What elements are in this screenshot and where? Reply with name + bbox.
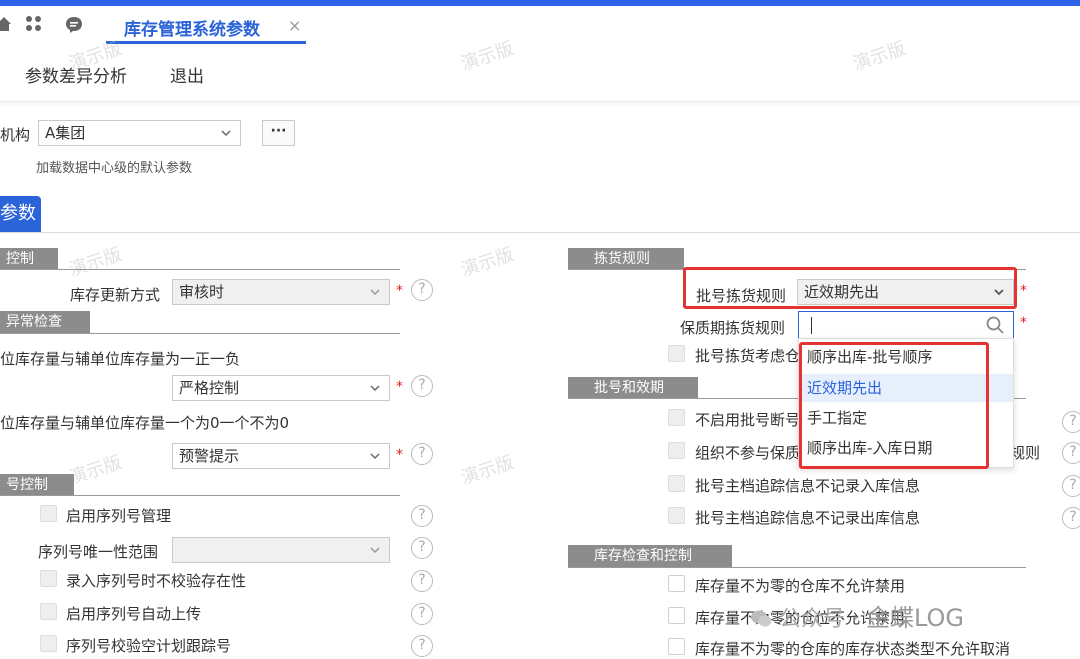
wechat-icon [750, 607, 779, 632]
more-button[interactable]: ··· [262, 120, 295, 146]
help-icon[interactable]: ? [1062, 442, 1080, 464]
tab-bar: 库存管理系统参数 × [0, 6, 1080, 44]
exception1-select[interactable]: 严格控制 [172, 375, 390, 401]
check-item: 库存量不为零的仓库不允许禁用 [695, 577, 906, 595]
org-label: 机构 [0, 126, 31, 144]
section-control: 控制 [0, 248, 58, 270]
batch-item: 不启用批号断号 [695, 411, 801, 429]
wechat-prefix: 公众号 · [779, 607, 866, 632]
help-icon[interactable]: ? [411, 635, 433, 657]
required-mark: * [396, 283, 403, 299]
stock-update-label: 库存更新方式 [70, 286, 161, 304]
help-icon[interactable]: ? [411, 537, 433, 559]
section-divider [0, 269, 400, 270]
org-value: A集团 [45, 124, 86, 142]
serial-scope-label: 序列号唯一性范围 [38, 543, 159, 561]
exception2-select[interactable]: 预警提示 [172, 443, 390, 469]
checkbox[interactable] [668, 607, 685, 624]
watermark: 演示版 [458, 452, 517, 489]
watermark: 演示版 [66, 244, 125, 281]
help-icon[interactable]: ? [411, 570, 433, 592]
section-picking-rules: 拣货规则 [568, 248, 684, 270]
tab-divider [0, 232, 1080, 233]
required-mark: * [1020, 283, 1027, 299]
chevron-down-icon [369, 280, 381, 312]
checkbox[interactable] [40, 570, 57, 587]
help-icon[interactable]: ? [1062, 507, 1080, 529]
batch-consider-label: 批号拣货考虑仓 [695, 347, 801, 365]
chevron-down-icon [369, 376, 381, 408]
help-icon[interactable]: ? [411, 443, 433, 465]
text-caret [811, 317, 812, 334]
highlight-box-batch-rule [683, 267, 1017, 309]
help-icon[interactable]: ? [411, 603, 433, 625]
checkbox[interactable] [40, 603, 57, 620]
checkbox[interactable] [668, 575, 685, 592]
param-diff-button[interactable]: 参数差异分析 [25, 62, 127, 87]
checkbox[interactable] [40, 635, 57, 652]
dropdown-search-input[interactable] [798, 311, 1014, 339]
search-icon[interactable] [985, 315, 1005, 339]
org-select[interactable]: A集团 [38, 120, 241, 146]
exception2-value: 预警提示 [179, 447, 240, 465]
wechat-brand: 金蝶LOG [865, 604, 964, 632]
serial-item: 启用序列号自动上传 [66, 605, 202, 623]
stock-update-value: 审核时 [179, 283, 225, 301]
exception1-label: 位库存量与辅单位库存量为一正一负 [0, 350, 241, 368]
help-icon[interactable]: ? [411, 375, 433, 397]
section-serial-control: 号控制 [0, 474, 74, 496]
close-icon[interactable]: × [288, 16, 301, 35]
serial-item: 录入序列号时不校验存在性 [66, 572, 247, 590]
menu-bar: 参数差异分析 退出 [0, 44, 1080, 102]
checkbox[interactable] [40, 505, 57, 522]
wechat-watermark: 公众号 · 金蝶LOG [750, 598, 964, 633]
check-item: 库存量不为零的仓库的库存状态类型不允许取消 [695, 640, 1011, 658]
watermark: 演示版 [458, 244, 517, 281]
chevron-down-icon [369, 538, 381, 570]
highlight-box-options [799, 342, 989, 469]
required-mark: * [396, 379, 403, 395]
required-mark: * [396, 447, 403, 463]
help-icon[interactable]: ? [411, 279, 433, 301]
checkbox[interactable] [668, 638, 685, 655]
section-stock-check: 库存检查和控制 [568, 545, 732, 567]
tab-label: 库存管理系统参数 [124, 20, 260, 40]
checkbox[interactable] [668, 442, 685, 459]
exception2-label: 位库存量与辅单位库存量一个为0一个不为0 [0, 414, 290, 432]
batch-item-tail: 规则 [1010, 444, 1041, 462]
section-exception-check: 异常检查 [0, 311, 90, 333]
exit-button[interactable]: 退出 [170, 62, 204, 87]
batch-item: 批号主档追踪信息不记录出库信息 [695, 509, 921, 527]
serial-item: 序列号校验空计划跟踪号 [66, 637, 232, 655]
section-divider [568, 567, 1026, 568]
tab-inventory-params[interactable]: 库存管理系统参数 × [106, 6, 306, 44]
checkbox[interactable] [668, 409, 685, 426]
batch-item: 批号主档追踪信息不记录入库信息 [695, 477, 921, 495]
help-icon[interactable]: ? [1062, 411, 1080, 433]
tab-parameters[interactable]: 参数 [0, 196, 41, 232]
checkbox[interactable] [668, 345, 685, 362]
stock-update-select[interactable]: 审核时 [172, 279, 390, 305]
exception1-value: 严格控制 [179, 379, 240, 397]
watermark: 演示版 [66, 452, 125, 489]
checkbox[interactable] [668, 475, 685, 492]
serial-scope-select[interactable] [172, 537, 390, 563]
help-icon[interactable]: ? [411, 505, 433, 527]
grid-icon[interactable] [24, 15, 44, 35]
org-hint: 加载数据中心级的默认参数 [36, 161, 193, 176]
section-divider [0, 495, 400, 496]
chevron-down-icon [369, 444, 381, 476]
help-icon[interactable]: ? [1062, 475, 1080, 497]
checkbox[interactable] [668, 507, 685, 524]
serial-item: 启用序列号管理 [66, 507, 172, 525]
home-icon[interactable] [0, 15, 14, 35]
shelf-pick-label: 保质期拣货规则 [680, 319, 786, 337]
required-mark: * [1020, 315, 1027, 331]
chevron-down-icon [220, 121, 232, 153]
chat-icon[interactable] [64, 15, 84, 35]
section-divider [0, 333, 400, 334]
section-batch-expiry: 批号和效期 [568, 377, 698, 399]
batch-item: 组织不参与保质 [695, 444, 801, 462]
